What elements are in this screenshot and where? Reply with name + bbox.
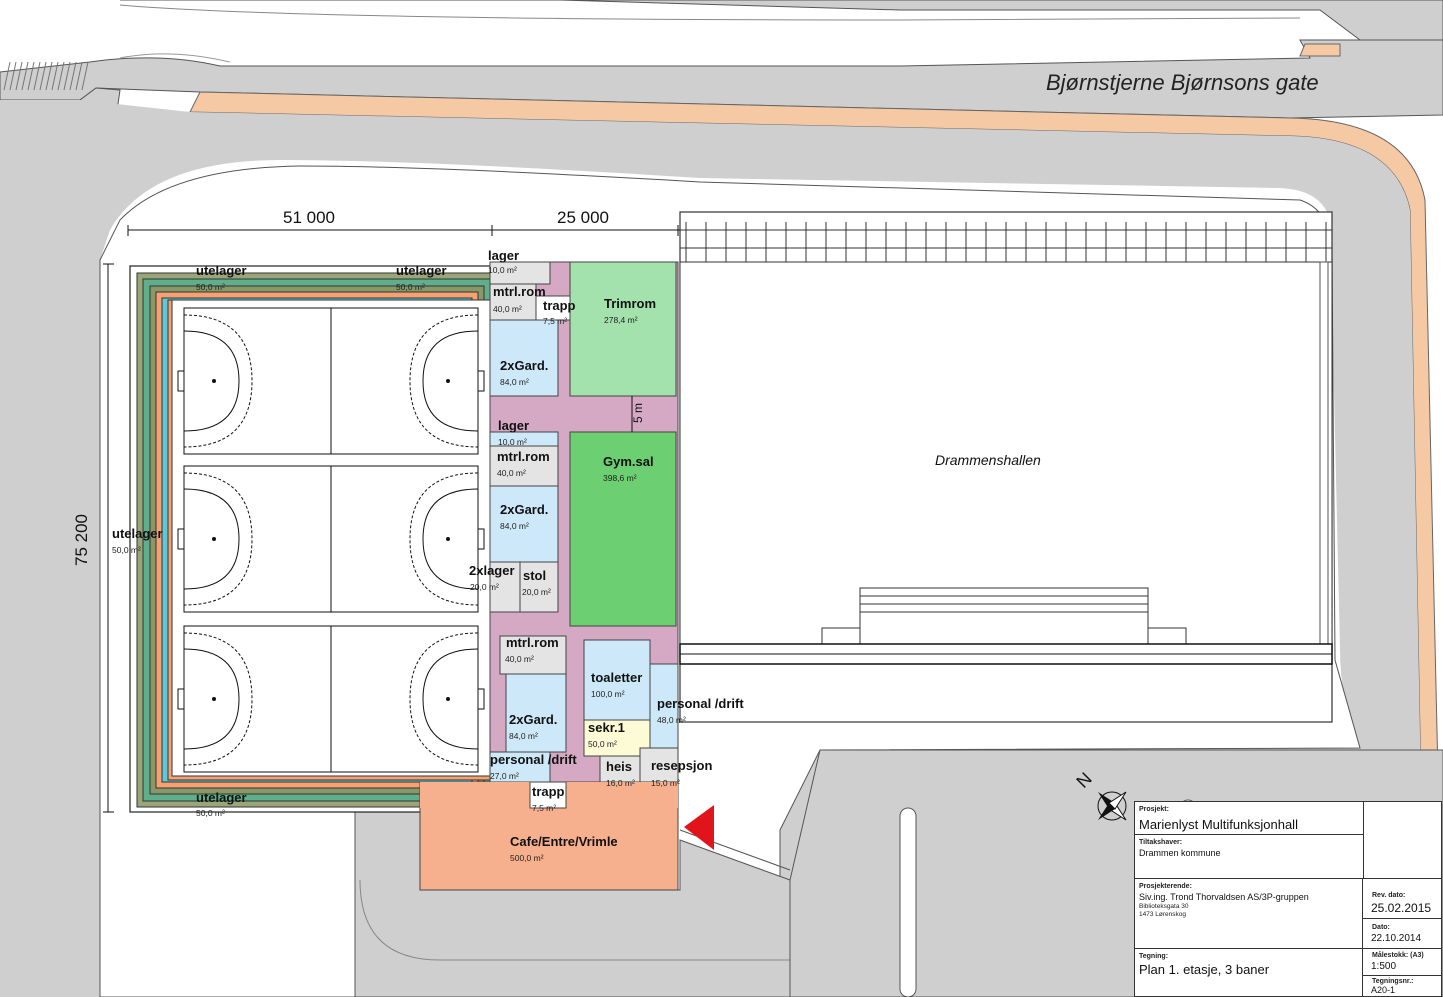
- area-gymsal: 398,6 m²: [603, 473, 637, 483]
- area-utelager-top-right: 50,0 m²: [396, 282, 425, 292]
- label-gard-2: 2xGard.: [500, 502, 549, 517]
- dim-width-right: 25 000: [557, 208, 609, 227]
- label-heis: heis: [606, 759, 633, 774]
- dim-height: 75 200: [72, 514, 91, 566]
- label-personal-drift-left: personal /drift: [490, 752, 577, 767]
- tb-project-label: Prosjekt:: [1139, 806, 1169, 813]
- area-heis: 16,0 m²: [606, 778, 635, 788]
- penalty-mark-right: [446, 697, 450, 701]
- area-mtrl-rom-1: 40,0 m²: [493, 304, 522, 314]
- label-mtrl-rom-2: mtrl.rom: [497, 449, 550, 464]
- area-cafe: 500,0 m²: [510, 853, 544, 863]
- label-mtrl-rom-3: mtrl.rom: [506, 635, 559, 650]
- tb-rev-label: Rev. dato:: [1372, 892, 1406, 899]
- area-stol: 20,0 m²: [522, 587, 551, 597]
- street-name: Bjørnstjerne Bjørnsons gate: [1046, 70, 1319, 95]
- label-trimrom: Trimrom: [604, 296, 657, 311]
- label-personal-drift-right: personal /drift: [657, 696, 744, 711]
- label-utelager-bottom: utelager: [196, 790, 247, 805]
- label-gard-1: 2xGard.: [500, 358, 549, 373]
- tb-date: 22.10.2014: [1371, 933, 1422, 944]
- room-trimrom: [569, 261, 677, 397]
- penalty-mark-left: [212, 697, 216, 701]
- area-lager-mid: 10,0 m²: [498, 437, 527, 447]
- label-trapp-top: trapp: [543, 298, 576, 313]
- area-lager-2x: 20,0 m²: [470, 582, 499, 592]
- label-utelager-left: utelager: [112, 526, 163, 541]
- tb-address-2: 1473 Lørenskog: [1139, 911, 1186, 918]
- label-utelager-top-right: utelager: [396, 263, 447, 278]
- area-sekr: 50,0 m²: [588, 739, 617, 749]
- label-gard-3: 2xGard.: [509, 712, 558, 727]
- area-gard-3: 84,0 m²: [509, 731, 538, 741]
- tb-drawing: Plan 1. etasje, 3 baner: [1139, 962, 1270, 977]
- area-utelager-left: 50,0 m²: [112, 545, 141, 555]
- tb-scale: 1:500: [1371, 961, 1397, 972]
- label-cafe: Cafe/Entre/Vrimle: [510, 834, 618, 849]
- area-personal-drift-left: 27,0 m²: [490, 771, 519, 781]
- label-trapp-bottom: trapp: [532, 784, 565, 799]
- drammenshallen-label: Drammenshallen: [935, 452, 1041, 468]
- penalty-mark-right: [446, 537, 450, 541]
- area-lager-top: 10,0 m²: [488, 265, 517, 275]
- label-lager-mid: lager: [498, 418, 530, 433]
- tb-address-1: Biblioteksgata 30: [1139, 903, 1189, 910]
- dim-width-left: 51 000: [283, 208, 335, 227]
- area-resepsjon: 15,0 m²: [651, 778, 680, 788]
- label-mtrl-rom-1: mtrl.rom: [493, 284, 546, 299]
- tb-owner-label: Tiltakshaver:: [1139, 839, 1183, 846]
- area-utelager-bottom: 50,0 m²: [196, 808, 225, 818]
- area-personal-drift-right: 48,0 m²: [657, 715, 686, 725]
- dim-corridor: 5 m: [631, 402, 646, 424]
- area-trapp-bottom: 7,5 m²: [532, 803, 557, 813]
- tb-drawing-no-label: Tegningsnr.:: [1372, 978, 1414, 985]
- area-trapp-top: 7,5 m²: [543, 316, 568, 326]
- tb-designer-label: Prosjekterende:: [1139, 883, 1192, 890]
- label-lager-2x: 2xlager: [469, 563, 515, 578]
- label-resepsjon: resepsjon: [651, 758, 713, 773]
- area-toaletter: 100,0 m²: [591, 689, 625, 699]
- label-stol: stol: [523, 568, 547, 583]
- tb-drawing-no: A20-1: [1371, 985, 1396, 995]
- label-lager-top: lager: [488, 248, 520, 263]
- area-mtrl-rom-2: 40,0 m²: [497, 468, 526, 478]
- tb-scale-label: Målestokk: (A3): [1372, 952, 1424, 959]
- tb-drawing-label: Tegning:: [1139, 953, 1169, 960]
- label-toaletter: toaletter: [591, 670, 643, 685]
- sidewalk-curve: [1299, 43, 1341, 57]
- label-sekr: sekr.1: [588, 720, 625, 735]
- tb-owner: Drammen kommune: [1139, 848, 1221, 858]
- tb-designer: Siv.ing. Trond Thorvaldsen AS/3P-gruppen: [1139, 892, 1309, 902]
- penalty-mark-left: [212, 537, 216, 541]
- tb-rev-date: 25.02.2015: [1371, 901, 1432, 915]
- penalty-mark-right: [446, 379, 450, 383]
- area-mtrl-rom-3: 40,0 m²: [505, 654, 534, 664]
- area-utelager-top-left: 50,0 m²: [196, 282, 225, 292]
- area-trimrom: 278,4 m²: [604, 315, 638, 325]
- parking-strip-1: [899, 807, 917, 997]
- tb-date-label: Dato:: [1372, 924, 1390, 931]
- tb-project: Marienlyst Multifunksjonhall: [1139, 817, 1298, 832]
- label-utelager-top-left: utelager: [196, 263, 247, 278]
- label-gymsal: Gym.sal: [603, 454, 654, 469]
- area-gard-2: 84,0 m²: [500, 521, 529, 531]
- penalty-mark-left: [212, 379, 216, 383]
- area-gard-1: 84,0 m²: [500, 377, 529, 387]
